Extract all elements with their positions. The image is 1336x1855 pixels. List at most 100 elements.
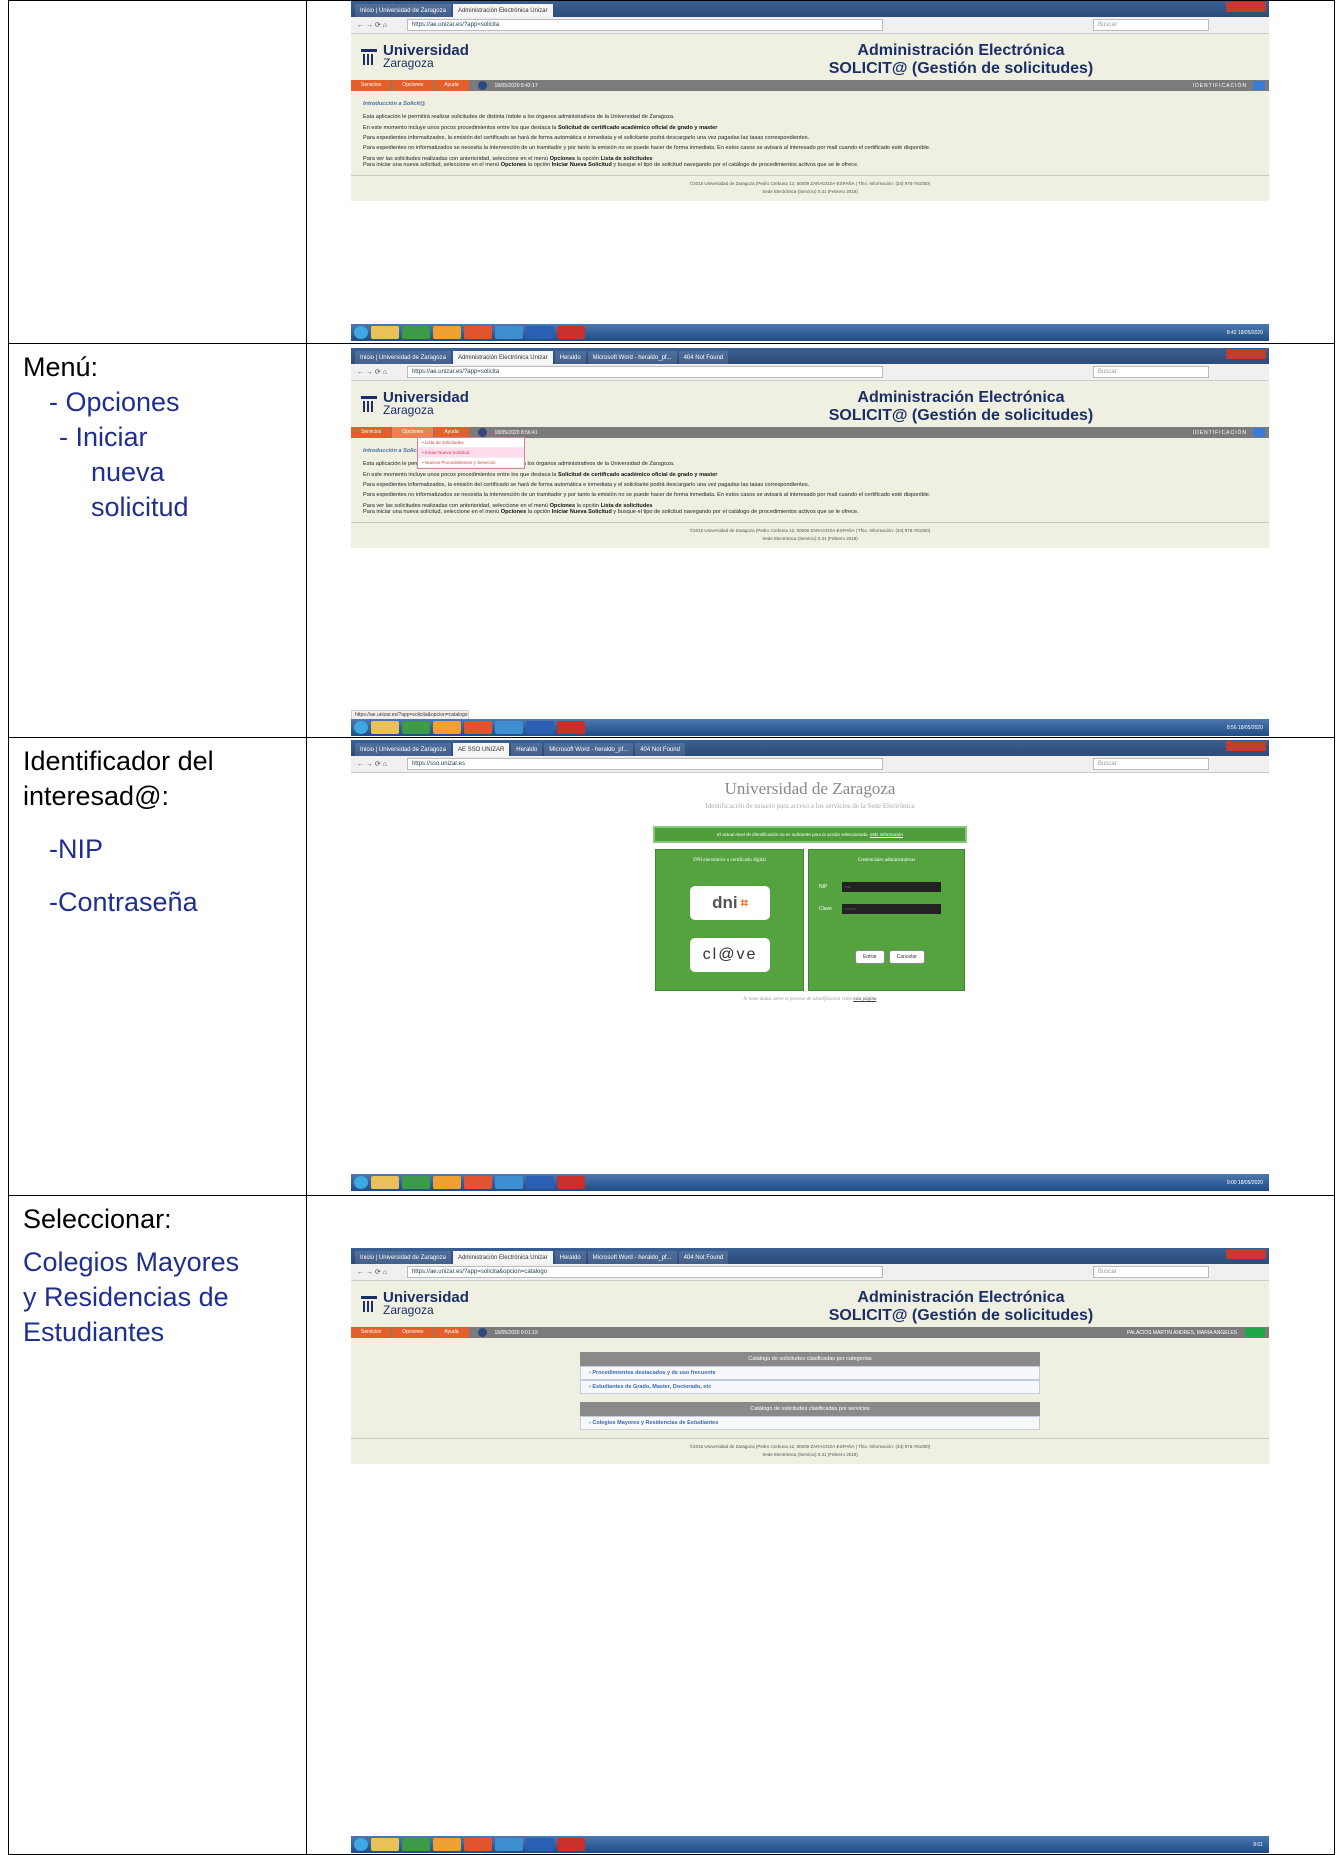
firefox-icon[interactable] bbox=[464, 1176, 492, 1189]
folder-icon[interactable] bbox=[371, 1176, 399, 1189]
folder-icon[interactable] bbox=[371, 326, 399, 339]
browser-tab[interactable]: Inicio | Universidad de Zaragoza bbox=[355, 351, 451, 364]
firefox-icon[interactable] bbox=[464, 721, 492, 734]
start-icon[interactable] bbox=[354, 1838, 368, 1851]
browser-tab-active[interactable]: Administración Electrónica Unizar bbox=[452, 1251, 553, 1264]
app-icon[interactable] bbox=[433, 1176, 461, 1189]
more-info-link[interactable]: Más información bbox=[870, 832, 903, 837]
info-icon[interactable] bbox=[477, 1328, 487, 1337]
dropdown-item-lista[interactable]: • Lista de Solicitudes bbox=[418, 438, 524, 448]
menu-servicios[interactable]: Servicios bbox=[351, 80, 392, 91]
help-link[interactable]: esta página bbox=[853, 997, 876, 1002]
app-icon[interactable] bbox=[433, 721, 461, 734]
browser-tab[interactable]: Heraldo bbox=[554, 1251, 586, 1264]
pdf-icon[interactable] bbox=[557, 326, 585, 339]
logout-icon[interactable] bbox=[1245, 1328, 1265, 1337]
start-icon[interactable] bbox=[354, 721, 368, 734]
browser-search-input[interactable]: Buscar bbox=[1093, 1266, 1209, 1278]
browser-tab[interactable]: Heraldo bbox=[511, 743, 543, 756]
word-icon[interactable] bbox=[526, 1838, 554, 1851]
url-input[interactable]: https://ae.unizar.es/?app=solicita&opcio… bbox=[406, 1266, 883, 1278]
app-icon[interactable] bbox=[433, 1838, 461, 1851]
window-close-icon[interactable] bbox=[1226, 2, 1266, 12]
word-icon[interactable] bbox=[526, 326, 554, 339]
app-icon[interactable] bbox=[433, 326, 461, 339]
logo-sub: Zaragoza bbox=[383, 56, 434, 71]
menu-opciones[interactable]: Opciones bbox=[392, 80, 434, 91]
browser-tab-active[interactable]: AE SSO UNIZAR bbox=[452, 743, 510, 756]
dni-button[interactable]: dni ⌗ bbox=[690, 886, 770, 920]
menu-opciones[interactable]: Opciones bbox=[392, 1327, 434, 1338]
outlook-icon[interactable] bbox=[495, 1176, 523, 1189]
browser-tab-active[interactable]: Administración Electrónica Unizar bbox=[452, 351, 553, 364]
chrome-icon[interactable] bbox=[402, 326, 430, 339]
url-input[interactable]: https://ae.unizar.es/?app=solicita bbox=[406, 366, 883, 378]
info-icon[interactable] bbox=[477, 428, 487, 437]
browser-search-input[interactable]: Buscar bbox=[1093, 758, 1209, 770]
back-icon[interactable]: ← → ⟳ ⌂ bbox=[357, 368, 387, 376]
browser-tab[interactable]: Inicio | Universidad de Zaragoza bbox=[355, 743, 451, 756]
intro-paragraph: En este momento incluye unos pocos proce… bbox=[363, 471, 718, 478]
outlook-icon[interactable] bbox=[495, 721, 523, 734]
pdf-icon[interactable] bbox=[557, 1176, 585, 1189]
app-title-line1: Administración Electrónica bbox=[857, 1289, 1065, 1306]
login-icon[interactable] bbox=[1253, 81, 1265, 90]
dropdown-item-nuevos[interactable]: • Nuevos Procedimientos y Servicios bbox=[418, 458, 524, 468]
browser-tab[interactable]: Microsoft Word - heraldo_pf... bbox=[587, 351, 677, 364]
start-icon[interactable] bbox=[354, 326, 368, 339]
menu-ayuda[interactable]: Ayuda bbox=[434, 80, 469, 91]
info-icon[interactable] bbox=[477, 81, 487, 90]
url-input[interactable]: https://ae.unizar.es/?app=solicita bbox=[406, 19, 883, 31]
pdf-icon[interactable] bbox=[557, 721, 585, 734]
pdf-icon[interactable] bbox=[557, 1838, 585, 1851]
firefox-icon[interactable] bbox=[464, 1838, 492, 1851]
folder-icon[interactable] bbox=[371, 1838, 399, 1851]
window-close-icon[interactable] bbox=[1226, 1249, 1266, 1259]
window-close-icon[interactable] bbox=[1226, 349, 1266, 359]
catalog-item[interactable]: › Procedimientos destacados y de uso fre… bbox=[580, 1366, 1040, 1380]
menu-ayuda[interactable]: Ayuda bbox=[434, 1327, 469, 1338]
menu-servicios[interactable]: Servicios bbox=[351, 1327, 392, 1338]
browser-tab[interactable]: Heraldo bbox=[554, 351, 586, 364]
enter-button[interactable]: Entrar bbox=[855, 950, 885, 964]
cancel-button[interactable]: Cancelar bbox=[888, 950, 925, 964]
browser-tab[interactable]: Microsoft Word - heraldo_pf... bbox=[587, 1251, 677, 1264]
browser-tab[interactable]: Inicio | Universidad de Zaragoza bbox=[355, 4, 451, 17]
firefox-icon[interactable] bbox=[464, 326, 492, 339]
identification-link[interactable]: IDENTIFICACIÓN bbox=[1193, 83, 1247, 89]
back-icon[interactable]: ← → ⟳ ⌂ bbox=[357, 21, 387, 29]
browser-tab-active[interactable]: Administración Electrónica Unizar bbox=[452, 4, 553, 17]
browser-search-input[interactable]: Buscar bbox=[1093, 366, 1209, 378]
back-icon[interactable]: ← → ⟳ ⌂ bbox=[357, 760, 387, 768]
window-close-icon[interactable] bbox=[1226, 741, 1266, 751]
clave-button[interactable]: cl@ve bbox=[690, 938, 770, 972]
outlook-icon[interactable] bbox=[495, 1838, 523, 1851]
identification-link[interactable]: IDENTIFICACIÓN bbox=[1193, 430, 1247, 436]
browser-tab[interactable]: 404 Not Found bbox=[678, 1251, 729, 1264]
chrome-icon[interactable] bbox=[402, 1176, 430, 1189]
catalog-item-colegios[interactable]: › Colegios Mayores y Residencias de Estu… bbox=[580, 1416, 1040, 1430]
start-icon[interactable] bbox=[354, 1176, 368, 1189]
catalog-item[interactable]: › Estudiantes de Grado, Master, Doctorad… bbox=[580, 1380, 1040, 1394]
chrome-icon[interactable] bbox=[402, 721, 430, 734]
word-icon[interactable] bbox=[526, 1176, 554, 1189]
outlook-icon[interactable] bbox=[495, 326, 523, 339]
word-icon[interactable] bbox=[526, 721, 554, 734]
password-input[interactable]: •••••••• bbox=[841, 904, 941, 914]
back-icon[interactable]: ← → ⟳ ⌂ bbox=[357, 1268, 387, 1276]
university-building-icon bbox=[361, 1294, 377, 1314]
browser-tab[interactable]: 404 Not Found bbox=[678, 351, 729, 364]
login-icon[interactable] bbox=[1253, 428, 1265, 437]
dropdown-item-iniciar[interactable]: • Iniciar Nueva Solicitud bbox=[418, 448, 524, 458]
folder-icon[interactable] bbox=[371, 721, 399, 734]
browser-tab[interactable]: Microsoft Word - heraldo_pf... bbox=[544, 743, 634, 756]
browser-search-input[interactable]: Buscar bbox=[1093, 19, 1209, 31]
browser-tab[interactable]: Inicio | Universidad de Zaragoza bbox=[355, 1251, 451, 1264]
intro-paragraph: Para expedientes no informatizados se ne… bbox=[363, 145, 931, 152]
opciones-dropdown: • Lista de Solicitudes • Iniciar Nueva S… bbox=[417, 437, 525, 469]
chrome-icon[interactable] bbox=[402, 1838, 430, 1851]
url-input[interactable]: https://sso.unizar.es bbox=[406, 758, 883, 770]
browser-tab[interactable]: 404 Not Found bbox=[635, 743, 685, 756]
menu-servicios[interactable]: Servicios bbox=[351, 427, 392, 438]
nip-input[interactable]: nip bbox=[842, 882, 942, 892]
